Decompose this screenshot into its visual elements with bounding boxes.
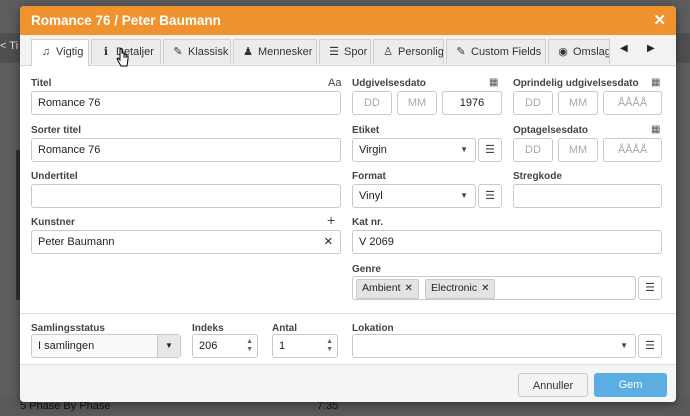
- close-icon[interactable]: ✕: [653, 6, 666, 35]
- music-note-icon: ♫: [41, 46, 51, 58]
- subtitle-input[interactable]: [31, 184, 341, 208]
- quantity-stepper[interactable]: 1 ▲ ▼: [272, 334, 338, 358]
- section-divider: [20, 313, 676, 314]
- index-label: Indeks: [192, 323, 224, 334]
- genre-label: Genre: [352, 264, 381, 275]
- tab-scroll-right-icon[interactable]: ▶: [647, 43, 655, 54]
- genre-tag: Electronic ✕: [424, 279, 496, 299]
- index-value: 206: [199, 340, 218, 352]
- tab-spor[interactable]: ☰ Spor: [319, 39, 371, 64]
- orig-year-input[interactable]: ÅÅÅÅ: [603, 91, 662, 115]
- tab-mennesker[interactable]: ♟ Mennesker: [233, 39, 317, 64]
- genre-list-button[interactable]: ☰: [638, 276, 662, 300]
- sort-title-label: Sorter titel: [31, 125, 82, 136]
- tab-klassisk[interactable]: ✎ Klassisk: [163, 39, 231, 64]
- format-list-button[interactable]: ☰: [478, 184, 502, 208]
- sort-title-input[interactable]: Romance 76: [31, 138, 341, 162]
- remove-tag-icon[interactable]: ✕: [405, 283, 413, 294]
- quantity-value: 1: [279, 340, 286, 352]
- release-date-label: Udgivelsesdato: [352, 78, 426, 89]
- index-stepper[interactable]: 206 ▲ ▼: [192, 334, 258, 358]
- recording-calendar-icon[interactable]: ▦: [651, 124, 660, 135]
- camera-icon: ◉: [558, 46, 568, 58]
- stepper-arrows-icon[interactable]: ▲ ▼: [326, 338, 333, 354]
- tab-personlig[interactable]: ♙ Personlig: [373, 39, 444, 64]
- chevron-down-icon: ▼: [620, 341, 628, 350]
- location-select[interactable]: ▼: [352, 334, 636, 358]
- orig-day-input[interactable]: DD: [513, 91, 553, 115]
- tracks-icon: ☰: [329, 46, 339, 58]
- chevron-down-icon: ▼: [460, 145, 468, 154]
- collection-status-select[interactable]: I samlingen ▼: [31, 334, 181, 358]
- release-day-input[interactable]: DD: [352, 91, 392, 115]
- recording-day-input[interactable]: DD: [513, 138, 553, 162]
- orig-release-label: Oprindelig udgivelsesdato: [513, 78, 639, 89]
- stepper-arrows-icon[interactable]: ▲ ▼: [246, 338, 253, 354]
- list-icon: ☰: [645, 340, 655, 352]
- people-icon: ♟: [243, 46, 253, 58]
- list-icon: ☰: [485, 144, 495, 156]
- background-back-link: < Ti: [0, 40, 19, 52]
- etiket-label: Etiket: [352, 125, 380, 136]
- text-case-icon[interactable]: Aa: [328, 77, 341, 89]
- genre-tags-input[interactable]: Ambient ✕ Electronic ✕: [352, 276, 636, 300]
- tab-custom-fields[interactable]: ✎ Custom Fields: [446, 39, 546, 64]
- dialog-footer: Annuller Gem: [20, 364, 676, 402]
- tab-omslag[interactable]: ◉ Omslag: [548, 39, 610, 64]
- violin-icon: ✎: [173, 46, 183, 58]
- catno-input[interactable]: V 2069: [352, 230, 662, 254]
- dialog-title: Romance 76 / Peter Baumann: [31, 13, 221, 28]
- location-label: Lokation: [352, 323, 394, 334]
- release-month-input[interactable]: MM: [397, 91, 437, 115]
- edit-icon: ✎: [456, 46, 466, 58]
- person-icon: ♙: [383, 46, 393, 58]
- add-artist-icon[interactable]: +: [327, 212, 335, 228]
- barcode-input[interactable]: [513, 184, 662, 208]
- etiket-value: Virgin: [359, 144, 387, 156]
- pointer-cursor-icon: [116, 48, 129, 67]
- chevron-down-icon: ▼: [157, 335, 180, 357]
- tab-vigtig[interactable]: ♫ Vigtig: [31, 39, 89, 66]
- remove-tag-icon[interactable]: ✕: [481, 283, 489, 294]
- list-icon: ☰: [645, 282, 655, 294]
- title-input[interactable]: Romance 76: [31, 91, 341, 115]
- cancel-button[interactable]: Annuller: [518, 373, 588, 397]
- format-label: Format: [352, 171, 386, 182]
- list-icon: ☰: [485, 190, 495, 202]
- orig-release-calendar-icon[interactable]: ▦: [651, 77, 660, 88]
- collection-status-value: I samlingen: [38, 340, 95, 352]
- recording-date-label: Optagelsesdato: [513, 125, 589, 136]
- recording-month-input[interactable]: MM: [558, 138, 598, 162]
- etiket-list-button[interactable]: ☰: [478, 138, 502, 162]
- orig-month-input[interactable]: MM: [558, 91, 598, 115]
- release-year-input[interactable]: 1976: [442, 91, 502, 115]
- recording-year-input[interactable]: ÅÅÅÅ: [603, 138, 662, 162]
- location-list-button[interactable]: ☰: [638, 334, 662, 358]
- genre-tag: Ambient ✕: [356, 279, 419, 299]
- barcode-label: Stregkode: [513, 171, 562, 182]
- quantity-label: Antal: [272, 323, 297, 334]
- tab-scroll-left-icon[interactable]: ◀: [620, 43, 628, 54]
- catno-label: Kat nr.: [352, 217, 384, 228]
- dialog-titlebar: Romance 76 / Peter Baumann ✕: [20, 6, 676, 35]
- title-label: Titel: [31, 78, 52, 89]
- save-button[interactable]: Gem: [594, 373, 667, 397]
- subtitle-label: Undertitel: [31, 171, 78, 182]
- artist-value: Peter Baumann: [38, 236, 115, 248]
- artist-input[interactable]: Peter Baumann ✕: [31, 230, 341, 254]
- format-select[interactable]: Vinyl ▼: [352, 184, 476, 208]
- format-value: Vinyl: [359, 190, 383, 202]
- release-calendar-icon[interactable]: ▦: [489, 77, 498, 88]
- etiket-select[interactable]: Virgin ▼: [352, 138, 476, 162]
- artist-label: Kunstner: [31, 217, 75, 228]
- clear-artist-icon[interactable]: ✕: [324, 231, 333, 253]
- chevron-down-icon: ▼: [460, 191, 468, 200]
- info-icon: ℹ: [103, 46, 109, 58]
- collection-status-label: Samlingsstatus: [31, 323, 105, 334]
